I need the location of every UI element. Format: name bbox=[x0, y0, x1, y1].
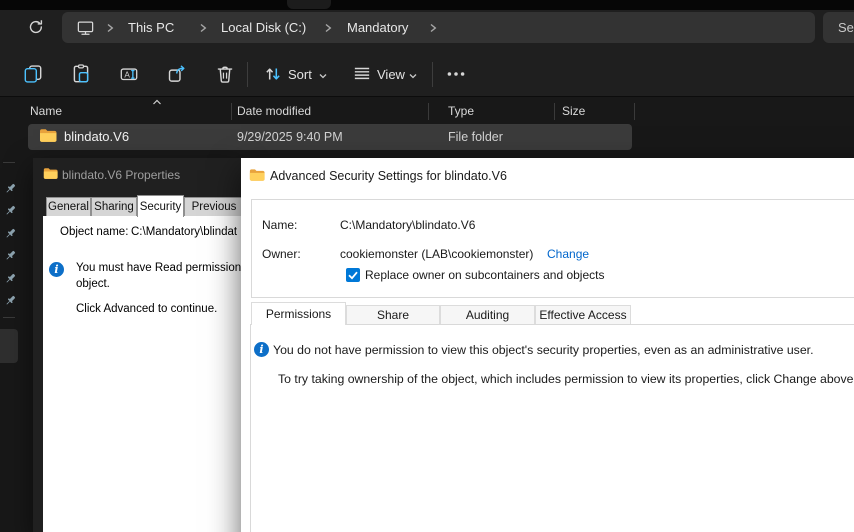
nav-selected-item[interactable] bbox=[0, 329, 18, 363]
replace-owner-checkbox[interactable] bbox=[346, 268, 360, 282]
advanced-hint-text: Click Advanced to continue. bbox=[76, 303, 217, 315]
breadcrumb-item-mandatory[interactable]: Mandatory bbox=[347, 12, 408, 43]
refresh-icon[interactable] bbox=[26, 17, 46, 37]
column-separator[interactable] bbox=[428, 103, 429, 120]
info-icon: i bbox=[49, 262, 64, 277]
folder-icon bbox=[249, 168, 265, 182]
chevron-right-icon bbox=[323, 22, 333, 34]
pin-icon[interactable] bbox=[4, 204, 17, 217]
toolbar-divider bbox=[247, 62, 248, 87]
copy-icon[interactable] bbox=[22, 63, 44, 85]
rename-icon[interactable]: A bbox=[118, 63, 140, 85]
nav-separator bbox=[3, 317, 15, 318]
this-pc-icon[interactable] bbox=[76, 19, 95, 37]
pin-icon[interactable] bbox=[4, 182, 17, 195]
file-name: blindato.V6 bbox=[64, 129, 129, 144]
change-owner-link[interactable]: Change bbox=[547, 247, 589, 261]
security-tab-page: Object name: C:\Mandatory\blindat i You … bbox=[43, 216, 241, 532]
pin-icon[interactable] bbox=[4, 249, 17, 262]
view-icon bbox=[351, 63, 373, 85]
object-name-value: C:\Mandatory\blindat bbox=[131, 226, 237, 238]
search-input[interactable]: Search bbox=[823, 12, 854, 43]
svg-text:A: A bbox=[124, 71, 130, 80]
chevron-right-icon bbox=[428, 22, 438, 34]
tab-sharing[interactable]: Sharing bbox=[91, 197, 137, 216]
name-label: Name: bbox=[262, 218, 297, 232]
permissions-warning-line1: You must have Read permissions bbox=[76, 262, 241, 274]
advanced-security-dialog: Advanced Security Settings for blindato.… bbox=[241, 158, 854, 532]
chevron-right-icon bbox=[105, 22, 115, 34]
tab-permissions[interactable]: Permissions bbox=[251, 302, 346, 325]
more-icon[interactable] bbox=[445, 63, 467, 85]
folder-icon bbox=[43, 167, 58, 180]
file-date-modified: 9/29/2025 9:40 PM bbox=[237, 130, 343, 144]
pin-icon[interactable] bbox=[4, 294, 17, 307]
advanced-tabs: Permissions Share Auditing Effective Acc… bbox=[251, 302, 631, 325]
owner-value: cookiemonster (LAB\cookiemonster) bbox=[340, 247, 533, 261]
delete-icon[interactable] bbox=[214, 63, 236, 85]
no-permission-text-line1: You do not have permission to view this … bbox=[273, 343, 814, 357]
properties-dialog: blindato.V6 Properties General Sharing S… bbox=[33, 158, 241, 532]
paste-icon[interactable] bbox=[70, 63, 92, 85]
column-header-name[interactable]: Name bbox=[30, 104, 62, 118]
owner-label: Owner: bbox=[262, 247, 301, 261]
column-separator[interactable] bbox=[634, 103, 635, 120]
permissions-warning-line2: object. bbox=[76, 278, 110, 290]
tab-effective-access[interactable]: Effective Access bbox=[535, 305, 631, 325]
column-separator[interactable] bbox=[231, 103, 232, 120]
breadcrumb bbox=[62, 12, 815, 43]
nav-separator bbox=[3, 162, 15, 163]
replace-owner-label: Replace owner on subcontainers and objec… bbox=[365, 268, 604, 282]
toolbar-bottom-divider bbox=[0, 96, 854, 97]
object-name-label: Object name: bbox=[60, 226, 128, 238]
pin-icon[interactable] bbox=[4, 227, 17, 240]
folder-icon bbox=[39, 128, 57, 143]
dialog-title: Advanced Security Settings for blindato.… bbox=[270, 169, 507, 183]
view-button[interactable]: View bbox=[377, 67, 405, 82]
file-type: File folder bbox=[448, 130, 503, 144]
sort-ascending-icon bbox=[151, 98, 163, 106]
no-permission-text-line2: To try taking ownership of the object, w… bbox=[278, 372, 854, 386]
pin-icon[interactable] bbox=[4, 272, 17, 285]
tab-auditing[interactable]: Auditing bbox=[440, 305, 535, 325]
breadcrumb-item-this-pc[interactable]: This PC bbox=[128, 12, 174, 43]
sort-icon bbox=[262, 63, 284, 85]
breadcrumb-item-local-disk[interactable]: Local Disk (C:) bbox=[221, 12, 306, 43]
file-explorer-window: This PC Local Disk (C:) Mandatory Search… bbox=[0, 0, 854, 532]
toolbar-divider bbox=[432, 62, 433, 87]
name-value: C:\Mandatory\blindato.V6 bbox=[340, 218, 475, 232]
tab-share[interactable]: Share bbox=[346, 305, 440, 325]
checkmark-icon bbox=[346, 268, 360, 282]
chevron-down-icon bbox=[407, 70, 419, 82]
tab-general[interactable]: General bbox=[46, 197, 91, 216]
column-header-type[interactable]: Type bbox=[448, 104, 474, 118]
column-separator[interactable] bbox=[554, 103, 555, 120]
chevron-right-icon bbox=[198, 22, 208, 34]
dialog-title: blindato.V6 Properties bbox=[62, 168, 180, 182]
info-icon: i bbox=[254, 342, 269, 357]
explorer-tab[interactable] bbox=[287, 0, 331, 9]
column-header-size[interactable]: Size bbox=[562, 104, 585, 118]
chevron-down-icon bbox=[317, 70, 329, 82]
share-icon[interactable] bbox=[166, 63, 188, 85]
window-tab-strip bbox=[0, 0, 854, 10]
column-header-date-modified[interactable]: Date modified bbox=[237, 104, 311, 118]
sort-button[interactable]: Sort bbox=[288, 67, 312, 82]
tab-security[interactable]: Security bbox=[137, 195, 184, 217]
tab-previous-versions[interactable]: Previous bbox=[184, 197, 241, 216]
